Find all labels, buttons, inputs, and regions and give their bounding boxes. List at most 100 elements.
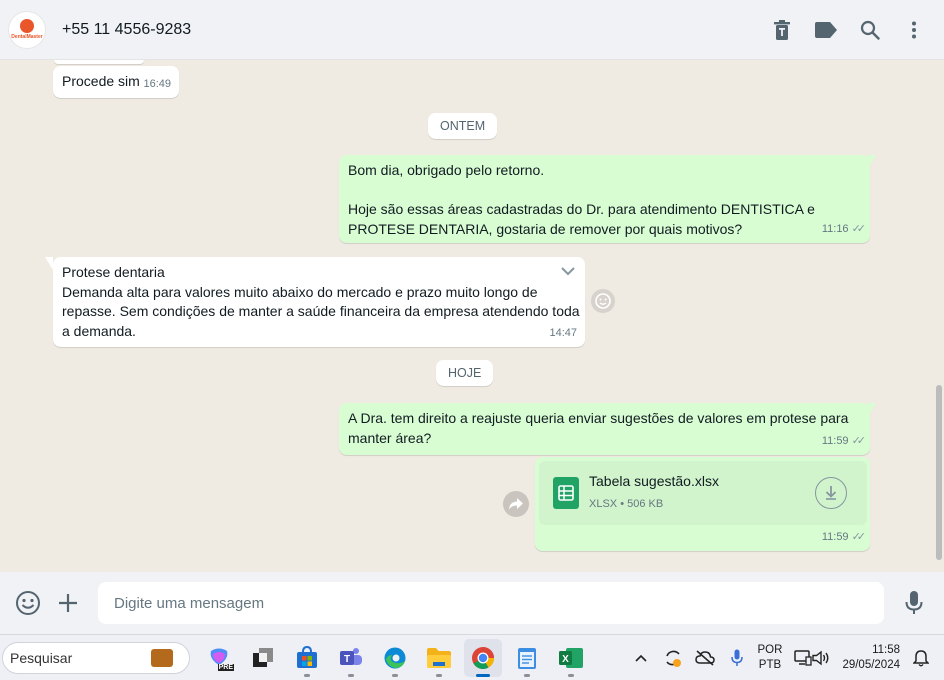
emoji-button[interactable]	[12, 587, 44, 619]
double-check-icon: ✓✓	[851, 530, 867, 543]
taskbar-excel[interactable]: X	[552, 639, 590, 677]
running-indicator	[392, 673, 398, 677]
label-button[interactable]	[812, 16, 840, 44]
taskbar-search[interactable]: Pesquisar	[2, 641, 190, 674]
tooth-logo-icon	[20, 19, 34, 33]
emoji-react-icon	[595, 293, 611, 309]
double-check-icon: ✓✓	[851, 222, 867, 235]
download-button[interactable]	[815, 477, 847, 509]
clock-time: 11:58	[872, 643, 900, 656]
running-indicator	[568, 673, 574, 677]
taskbar-copilot[interactable]: PRE	[200, 639, 238, 677]
sync-warning-icon	[665, 650, 681, 667]
xlsx-file-icon	[553, 477, 579, 509]
file-size: 506 KB	[627, 498, 664, 510]
message-text: Demanda alta para valores muito abaixo d…	[62, 283, 580, 339]
taskbar-taskview[interactable]	[244, 639, 282, 677]
message-incoming[interactable]: Procede sim 16:49	[53, 66, 179, 98]
message-meta: 11:59 ✓✓	[821, 432, 867, 452]
compose-bar	[0, 572, 944, 634]
plus-icon	[59, 594, 77, 612]
keyboard-layout: PTB	[758, 658, 782, 671]
delete-button[interactable]	[768, 16, 796, 44]
language-code: POR	[757, 643, 783, 656]
tray-overflow-button[interactable]	[630, 647, 652, 669]
task-view-icon	[253, 647, 273, 667]
chat-scrollbar[interactable]	[936, 385, 942, 560]
contact-name[interactable]: +55 11 4556-9283	[62, 21, 191, 39]
running-indicator	[524, 673, 530, 677]
tray-microphone[interactable]	[726, 647, 748, 669]
taskbar-chrome[interactable]	[464, 638, 502, 677]
delete-icon	[774, 19, 790, 40]
search-button[interactable]	[856, 16, 884, 44]
contact-avatar[interactable]: DentalMaster	[8, 10, 46, 49]
taskbar-edge[interactable]	[376, 639, 414, 677]
svg-text:T: T	[344, 654, 350, 665]
input-language[interactable]: POR PTB	[758, 643, 783, 673]
download-icon	[825, 486, 837, 500]
message-list[interactable]: Procede sim 16:49 ONTEM Bom dia, obrigad…	[0, 60, 944, 572]
running-indicator	[436, 673, 442, 677]
message-time: 16:49	[143, 77, 171, 90]
taskbar-teams[interactable]: T	[332, 639, 370, 677]
edge-icon	[384, 647, 406, 668]
notifications-button[interactable]	[910, 647, 932, 669]
message-outgoing[interactable]: Bom dia, obrigado pelo retorno. Hoje são…	[339, 155, 870, 243]
search-icon	[860, 20, 880, 40]
voice-message-button[interactable]	[898, 587, 930, 619]
excel-icon: X	[559, 647, 583, 668]
message-incoming[interactable]: Protese dentaria Demanda alta para valor…	[53, 257, 585, 347]
taskbar-apps: PRE T X	[200, 638, 590, 677]
header-actions	[768, 16, 928, 44]
file-attachment[interactable]: Tabela sugestão.xlsx XLSX • 506 KB	[539, 461, 867, 525]
more-vert-icon	[912, 21, 916, 38]
message-text-line2: Hoje são essas áreas cadastradas do Dr. …	[348, 201, 815, 237]
message-input[interactable]	[98, 582, 884, 624]
message-title: Protese dentaria	[62, 264, 165, 280]
menu-button[interactable]	[900, 16, 928, 44]
taskbar-search-label: Pesquisar	[10, 649, 73, 666]
message-text: Procede sim	[62, 73, 140, 89]
file-details: XLSX • 506 KB	[589, 498, 664, 510]
chevron-down-icon[interactable]	[561, 267, 575, 276]
avatar-logo-text: DentalMaster	[11, 34, 43, 40]
react-button[interactable]	[591, 289, 615, 313]
emoji-icon	[16, 591, 40, 615]
message-meta: 11:59 ✓✓	[821, 528, 867, 548]
taskbar-clock[interactable]: 11:58 29/05/2024	[842, 643, 900, 673]
attach-button[interactable]	[52, 587, 84, 619]
microphone-icon	[905, 591, 923, 614]
tray-onedrive[interactable]	[694, 647, 716, 669]
folder-icon	[427, 647, 451, 668]
windows-taskbar: Pesquisar PRE T X POR PTB 11:58 29/05/20…	[0, 634, 944, 680]
double-check-icon: ✓✓	[851, 434, 867, 447]
message-meta: 14:47	[549, 324, 577, 344]
chat-header: DentalMaster +55 11 4556-9283	[0, 0, 944, 60]
svg-text:X: X	[562, 654, 569, 665]
message-time: 11:59	[821, 530, 849, 543]
network-icon	[794, 649, 813, 666]
message-text-line1: Bom dia, obrigado pelo retorno.	[348, 162, 545, 178]
notepad-icon	[518, 647, 536, 669]
message-outgoing[interactable]: A Dra. tem direito a reajuste queria env…	[339, 403, 870, 455]
copilot-badge: PRE	[217, 663, 234, 671]
taskbar-file-explorer[interactable]	[420, 639, 458, 677]
label-icon	[815, 21, 837, 38]
forward-button[interactable]	[503, 491, 529, 517]
taskbar-notepad[interactable]	[508, 639, 546, 677]
message-time: 14:47	[549, 326, 577, 339]
taskbar-store[interactable]	[288, 639, 326, 677]
cloud-off-icon	[694, 649, 715, 666]
tray-network-volume[interactable]	[792, 647, 832, 669]
volume-icon	[812, 650, 829, 665]
store-icon	[297, 645, 317, 668]
forward-icon	[509, 498, 523, 510]
file-message[interactable]: Tabela sugestão.xlsx XLSX • 506 KB 11:59…	[535, 457, 870, 551]
running-indicator	[476, 673, 490, 677]
chevron-up-icon	[634, 654, 647, 662]
running-indicator	[304, 673, 310, 677]
message-time: 11:16	[821, 222, 849, 235]
message-time: 11:59	[821, 434, 849, 447]
tray-sync[interactable]	[662, 647, 684, 669]
